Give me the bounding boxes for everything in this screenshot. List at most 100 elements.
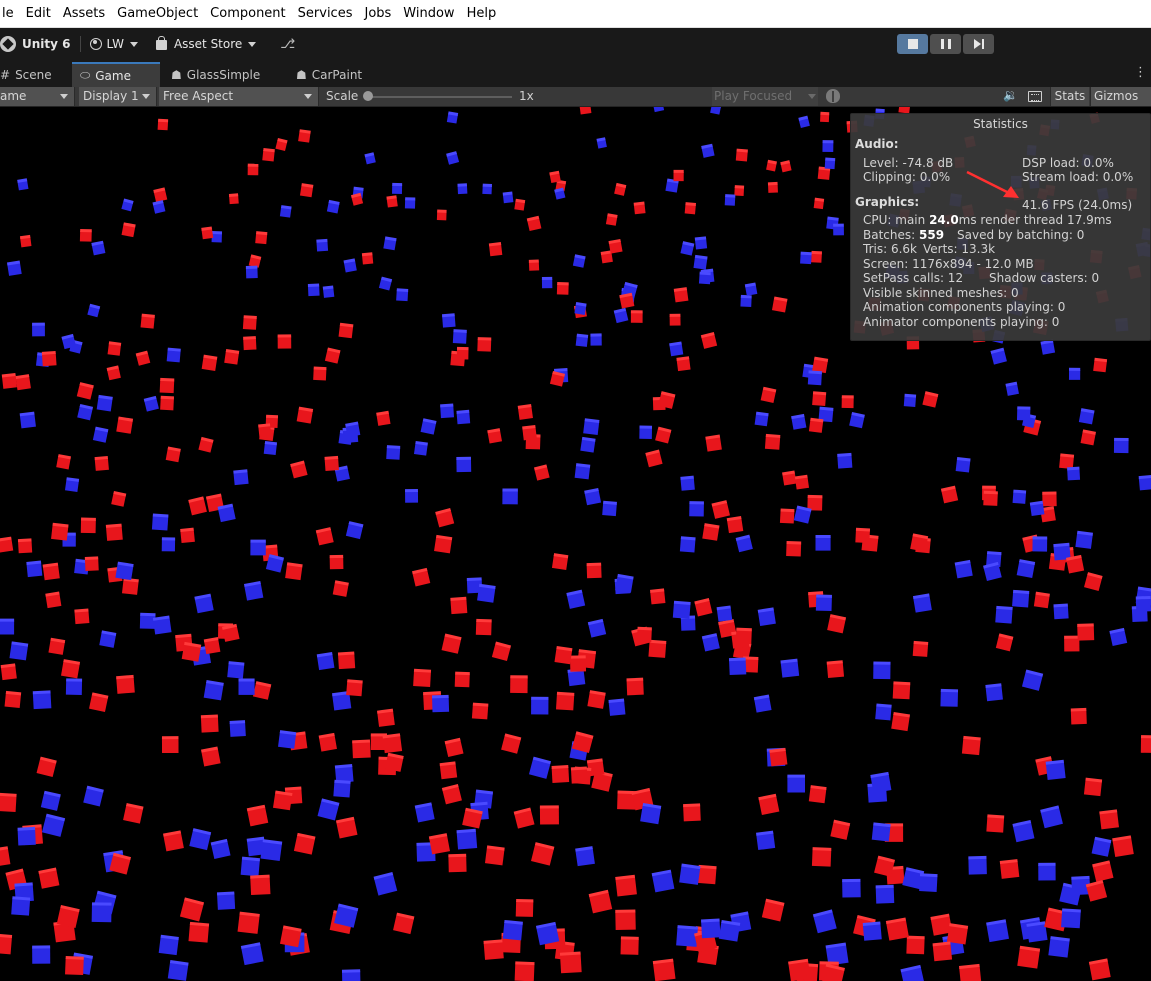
asset-store-dropdown[interactable]: Asset Store [155, 36, 257, 51]
blue-cube [596, 137, 607, 149]
red-cube [758, 793, 780, 816]
unity-version-button[interactable]: Unity 6 [0, 36, 71, 52]
robot-icon: ☗ [171, 67, 182, 82]
red-cube [111, 490, 127, 507]
game-mode-dropdown[interactable]: ame [0, 87, 75, 106]
blue-cube [531, 696, 549, 715]
aspect-dropdown[interactable]: Free Aspect [159, 87, 319, 106]
blue-cube [456, 828, 478, 850]
blue-cube [91, 240, 106, 256]
tab-glasssimple[interactable]: ☗ GlassSimple [163, 62, 281, 87]
asset-store-label: Asset Store [173, 37, 243, 51]
red-cube [48, 637, 66, 655]
pause-icon [940, 39, 951, 49]
red-cube [555, 691, 575, 711]
account-dropdown[interactable]: LW [89, 37, 138, 51]
robot-icon: ☗ [296, 67, 307, 82]
game-mode-label: ame [0, 89, 27, 103]
statistics-panel: Statistics Audio: Level: -74.8 dB DSP lo… [850, 113, 1151, 341]
menu-item-le[interactable]: le [0, 0, 20, 28]
tab-label: GlassSimple [186, 67, 261, 82]
blue-cube [871, 822, 891, 842]
aspect-label: Free Aspect [163, 89, 234, 103]
blue-cube [452, 329, 467, 344]
display-label: Display 1 [83, 89, 139, 103]
blue-cube [812, 909, 837, 934]
blue-cube [341, 969, 361, 981]
blue-cube [440, 403, 455, 419]
menu-item-component[interactable]: Component [204, 0, 291, 28]
red-cube [243, 336, 257, 351]
blue-cube [194, 593, 214, 614]
menu-item-services[interactable]: Services [292, 0, 359, 28]
blue-cube [260, 839, 283, 861]
play-controls [897, 34, 994, 54]
blue-cube [65, 678, 83, 695]
red-cube [441, 633, 462, 654]
red-cube [456, 346, 469, 360]
display-dropdown[interactable]: Display 1 [79, 87, 157, 106]
red-cube [764, 433, 781, 450]
keyboard-icon[interactable] [1028, 91, 1042, 102]
blue-cube [373, 871, 398, 896]
red-cube [42, 562, 60, 581]
scale-slider-track[interactable] [366, 96, 512, 98]
blue-cube [96, 394, 113, 412]
blue-cube [580, 436, 596, 453]
blue-cube [143, 395, 159, 412]
play-stop-button[interactable] [897, 34, 928, 54]
menu-item-edit[interactable]: Edit [20, 0, 57, 28]
menu-item-gameobject[interactable]: GameObject [111, 0, 204, 28]
bug-icon[interactable] [826, 89, 840, 103]
blue-cube [326, 199, 340, 214]
account-label: LW [106, 37, 124, 51]
blue-cube [875, 703, 892, 721]
blue-cube [307, 283, 320, 297]
pause-button[interactable] [930, 34, 961, 54]
blue-cube [679, 863, 701, 885]
speaker-mute-icon[interactable]: 🔉 [1003, 88, 1018, 102]
blue-cube [574, 463, 591, 480]
version-control-icon[interactable]: ⎇ [280, 37, 295, 52]
red-cube [735, 627, 752, 645]
tab-carpaint[interactable]: ☗ CarPaint [288, 62, 388, 87]
stats-toggle-button[interactable]: Stats [1050, 87, 1089, 106]
step-button[interactable] [963, 34, 994, 54]
red-cube [107, 341, 122, 356]
blue-cube [9, 641, 29, 661]
red-cube [807, 494, 823, 511]
blue-cube [233, 469, 249, 486]
scale-slider-handle[interactable] [363, 91, 373, 101]
tab-scene[interactable]: # Scene [0, 62, 72, 87]
menu-item-window[interactable]: Window [397, 0, 460, 28]
tab-game[interactable]: ⬭ Game [72, 62, 160, 87]
menu-item-help[interactable]: Help [461, 0, 503, 28]
blue-cube [210, 838, 231, 860]
blue-cube [710, 107, 722, 115]
red-cube [570, 766, 588, 784]
red-cube [906, 935, 925, 955]
blue-cube [602, 500, 617, 517]
annotation-arrow-icon [966, 170, 1019, 198]
red-cube [559, 951, 582, 974]
red-cube [946, 923, 969, 945]
red-cube [161, 736, 179, 754]
more-options-icon[interactable]: ⋮ [1134, 66, 1147, 79]
chevron-down-icon [60, 94, 68, 99]
red-cube [705, 434, 722, 452]
red-cube [986, 814, 1005, 833]
blue-cube [1109, 627, 1128, 647]
gizmos-toggle-button[interactable]: Gizmos [1090, 87, 1151, 106]
blue-cube [166, 347, 181, 363]
blue-cube [756, 830, 776, 851]
red-cube [116, 416, 134, 434]
blue-cube [238, 678, 255, 695]
menu-item-assets[interactable]: Assets [57, 0, 111, 28]
blue-cube [870, 771, 892, 794]
play-focused-dropdown[interactable]: Play Focused [712, 87, 818, 106]
blue-cube [535, 921, 560, 946]
blue-cube [954, 559, 973, 579]
menu-item-jobs[interactable]: Jobs [358, 0, 397, 28]
red-cube [56, 904, 80, 929]
stop-icon [907, 39, 918, 49]
